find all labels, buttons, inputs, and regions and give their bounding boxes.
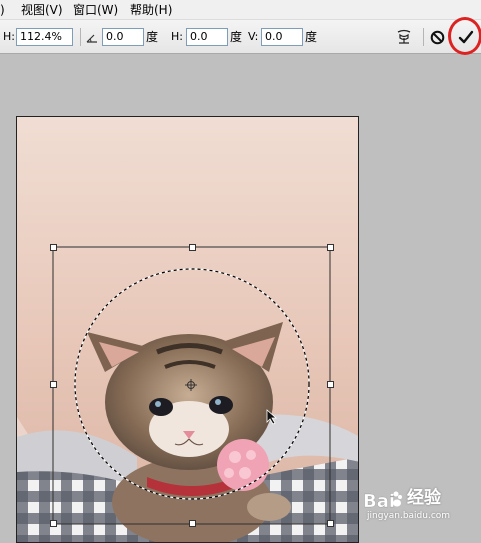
- menu-bar: ) 视图(V) 窗口(W) 帮助(H): [0, 0, 481, 20]
- height-scale-field[interactable]: 112.4%: [16, 28, 73, 46]
- angle-icon: [86, 32, 98, 46]
- separator: [423, 28, 424, 46]
- rotate-angle-field[interactable]: 0.0: [102, 28, 144, 46]
- transform-handle-bottom[interactable]: [189, 520, 196, 527]
- kitten-photo: [17, 117, 358, 542]
- transform-handle-top-right[interactable]: [327, 244, 334, 251]
- menu-help[interactable]: 帮助(H): [130, 3, 172, 17]
- transform-handle-bottom-left[interactable]: [50, 520, 57, 527]
- menu-view[interactable]: 视图(V): [21, 3, 63, 17]
- transform-handle-top[interactable]: [189, 244, 196, 251]
- mouse-pointer-icon: [266, 409, 278, 428]
- watermark-brand: 经验: [407, 488, 441, 508]
- reference-point-icon[interactable]: [185, 379, 197, 391]
- transform-handle-left[interactable]: [50, 381, 57, 388]
- v-skew-field[interactable]: 0.0: [261, 28, 303, 46]
- transform-handle-top-left[interactable]: [50, 244, 57, 251]
- h-skew-field[interactable]: 0.0: [186, 28, 228, 46]
- svg-text:Bai: Bai: [363, 491, 395, 512]
- separator: [80, 28, 81, 46]
- h-skew-unit: 度: [230, 30, 243, 44]
- menu-item-partial[interactable]: ): [0, 3, 5, 17]
- v-skew-label: V:: [248, 30, 259, 43]
- baidu-paw-logo-icon: Bai: [363, 486, 403, 514]
- v-skew-unit: 度: [305, 30, 318, 44]
- transform-handle-right[interactable]: [327, 381, 334, 388]
- canvas-image[interactable]: [16, 116, 359, 543]
- watermark-url: jingyan.baidu.com: [367, 511, 451, 521]
- transform-handle-bottom-right[interactable]: [327, 520, 334, 527]
- warp-icon[interactable]: [395, 29, 413, 48]
- rotate-unit: 度: [146, 30, 159, 44]
- menu-window[interactable]: 窗口(W): [73, 3, 118, 17]
- baidu-jingyan-watermark: Bai 经验 jingyan.baidu.com: [363, 484, 473, 526]
- transform-options-bar: H: 112.4% 0.0 度 H: 0.0 度 V: 0.0 度: [0, 20, 481, 54]
- h-skew-label: H:: [171, 30, 183, 43]
- cancel-icon[interactable]: [430, 30, 445, 48]
- commit-highlight-ring: [448, 17, 481, 55]
- height-scale-label: H:: [3, 30, 15, 43]
